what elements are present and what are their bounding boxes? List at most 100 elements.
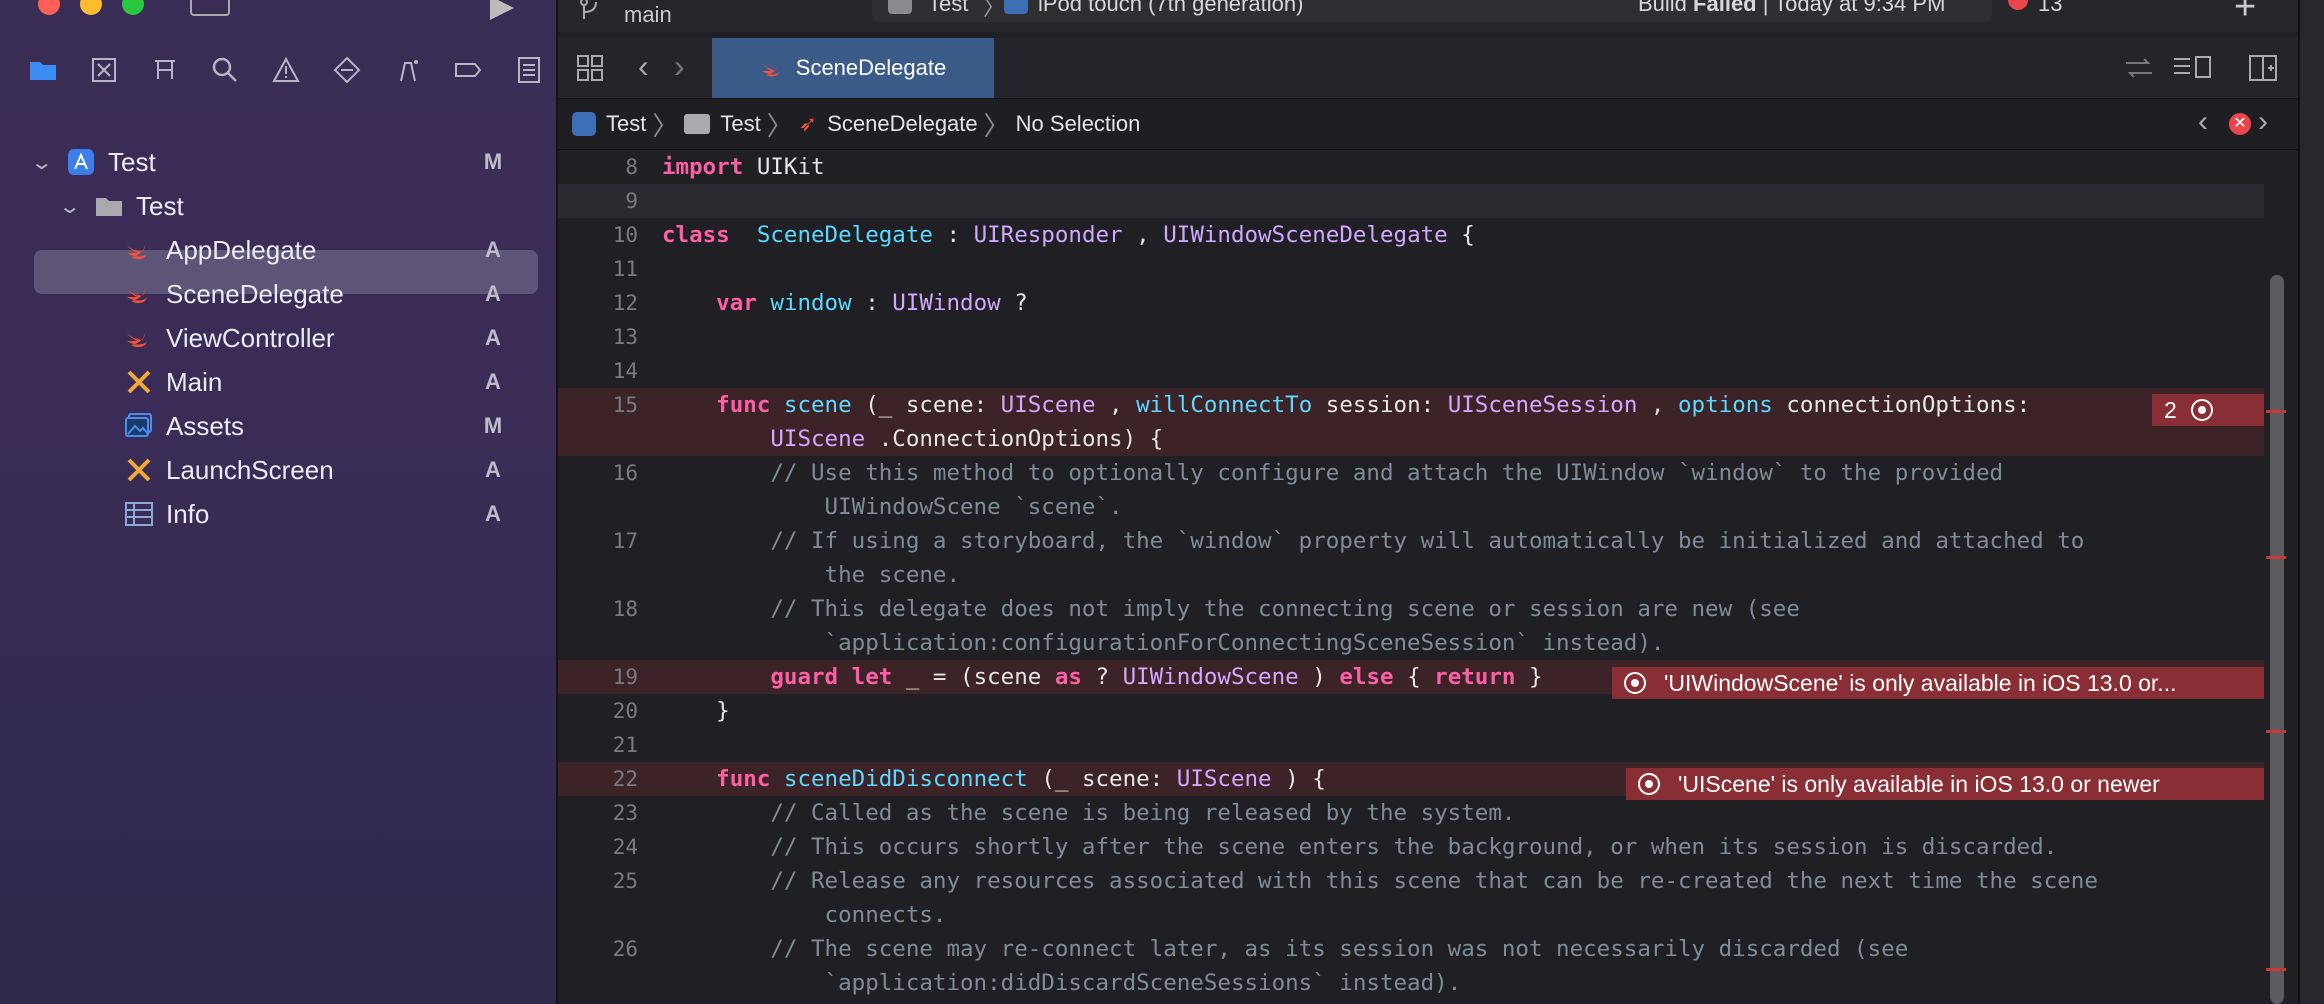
editor-scrollbar[interactable] — [2270, 275, 2284, 1004]
branch-label: main — [624, 2, 672, 27]
zoom-window-button[interactable] — [122, 0, 144, 15]
scm-status-badge: A — [485, 237, 501, 262]
tree-item-scenedelegate[interactable]: SceneDelegate A — [94, 272, 508, 316]
code-line[interactable]: 24 // This occurs shortly after the scen… — [558, 830, 2264, 864]
warning-icon[interactable] — [269, 53, 303, 87]
code-line[interactable]: 20 } — [558, 694, 2264, 728]
tree-item-main[interactable]: Main A — [94, 360, 508, 404]
device-label[interactable]: iPod touch (7th generation) — [1038, 0, 1303, 17]
report-icon[interactable] — [512, 53, 546, 87]
line-number: 16 — [612, 461, 638, 485]
code-text: var window : UIWindow ? — [662, 290, 1028, 316]
tree-item-test[interactable]: ⌄ Test M — [30, 140, 508, 184]
tab-scenedelegate[interactable]: SceneDelegate — [712, 38, 994, 98]
previous-issue-icon[interactable]: ‹ — [2198, 105, 2208, 139]
line-number: 24 — [612, 835, 638, 859]
scheme-label[interactable]: Test — [928, 0, 968, 17]
line-number: 21 — [612, 733, 638, 757]
chevron-right-icon: 〉 — [983, 110, 1010, 141]
code-line[interactable]: connects. — [558, 898, 2264, 932]
breadcrumb-file[interactable]: ➶ SceneDelegate — [799, 111, 978, 137]
code-line[interactable]: UIScene .ConnectionOptions) { — [558, 422, 2264, 456]
code-line[interactable]: 12 var window : UIWindow ? — [558, 286, 2264, 320]
code-line[interactable]: 26 // The scene may re-connect later, as… — [558, 932, 2264, 966]
breakpoint-icon[interactable] — [451, 53, 485, 87]
code-line[interactable]: 14 — [558, 354, 2264, 388]
code-line[interactable]: 10 class SceneDelegate : UIResponder , UI… — [558, 218, 2264, 252]
error-annotation[interactable]: 'UIWindowScene' is only available in iOS… — [1612, 667, 2264, 699]
code-line[interactable]: `application:didDiscardSceneSessions` in… — [558, 966, 2264, 1000]
add-icon[interactable]: + — [2234, 0, 2256, 29]
tree-item-label: Main — [166, 366, 223, 397]
code-line[interactable]: 8 import UIKit — [558, 150, 2264, 184]
sidebar-toggle-icon[interactable] — [190, 0, 230, 16]
code-line[interactable]: UIWindowScene `scene`. — [558, 490, 2264, 524]
error-badge[interactable]: 2 — [2152, 394, 2264, 426]
source-control-icon[interactable] — [87, 53, 121, 87]
error-icon — [1624, 672, 1646, 694]
error-annotation[interactable]: 'UIScene' is only available in iOS 13.0 … — [1626, 768, 2264, 800]
search-icon[interactable] — [208, 53, 242, 87]
code-line[interactable]: 21 — [558, 728, 2264, 762]
code-line[interactable]: 23 // Called as the scene is being relea… — [558, 796, 2264, 830]
code-line[interactable]: 17 // If using a storyboard, the `window… — [558, 524, 2264, 558]
code-line[interactable]: `application:configurationForConnectingS… — [558, 626, 2264, 660]
code-line[interactable]: 16 // Use this method to optionally conf… — [558, 456, 2264, 490]
tree-item-info[interactable]: Info A — [94, 492, 508, 536]
line-number: 15 — [612, 393, 638, 417]
code-line[interactable]: 25 // Release any resources associated w… — [558, 864, 2264, 898]
chevron-down-icon[interactable]: ⌄ — [30, 150, 72, 175]
tree-item-label: Assets — [166, 410, 245, 441]
code-editor[interactable]: 8 import UIKit 9 10 class SceneDelegate : UI… — [558, 150, 2264, 1004]
run-icon[interactable] — [490, 0, 514, 20]
line-number: 20 — [612, 699, 638, 723]
folder-icon[interactable] — [26, 53, 60, 87]
close-window-button[interactable] — [38, 0, 60, 15]
project-icon — [572, 112, 596, 136]
code-text: // Called as the scene is being released… — [662, 800, 1516, 826]
test-icon[interactable] — [330, 53, 364, 87]
code-text: // The scene may re-connect later, as it… — [662, 936, 1909, 962]
line-number: 23 — [612, 801, 638, 825]
issue-icon[interactable]: ✕ — [2229, 113, 2251, 135]
plist-icon — [124, 499, 154, 529]
code-line[interactable]: 15 func scene (_ scene: UIScene , willCo… — [558, 388, 2264, 422]
code-text: // Release any resources associated with… — [662, 868, 2098, 894]
code-line[interactable]: 13 — [558, 320, 2264, 354]
swap-icon[interactable] — [2124, 56, 2154, 80]
symbol-icon[interactable] — [148, 53, 182, 87]
swift-icon — [124, 279, 154, 309]
storyboard-icon — [124, 367, 154, 397]
breadcrumb-label: No Selection — [1015, 111, 1141, 136]
line-number: 10 — [612, 223, 638, 247]
error-count[interactable]: 13 — [2038, 0, 2062, 17]
assets-icon — [124, 411, 154, 441]
forward-icon[interactable]: › — [674, 48, 685, 85]
breadcrumb-selection[interactable]: No Selection — [1016, 111, 1141, 137]
tree-item-launchscreen[interactable]: LaunchScreen A — [94, 448, 508, 492]
next-issue-icon[interactable]: › — [2258, 105, 2268, 139]
chevron-down-icon[interactable]: ⌄ — [58, 194, 100, 219]
code-line[interactable]: the scene. — [558, 558, 2264, 592]
line-number: 8 — [625, 155, 638, 179]
debug-icon[interactable] — [391, 53, 425, 87]
scm-status-badge: A — [485, 325, 501, 350]
scm-status-badge: A — [485, 369, 501, 394]
minimize-window-button[interactable] — [80, 0, 102, 15]
minimap-error-marker — [2266, 410, 2286, 413]
split-editor-icon[interactable] — [2248, 54, 2278, 82]
back-icon[interactable]: ‹ — [638, 48, 649, 85]
code-text: `application:configurationForConnectingS… — [662, 630, 1665, 656]
code-line[interactable]: 9 — [558, 184, 2264, 218]
tree-item-label: AppDelegate — [166, 234, 317, 265]
editor-options-icon[interactable] — [2172, 54, 2212, 82]
code-line[interactable]: 18 // This delegate does not imply the c… — [558, 592, 2264, 626]
breadcrumb-folder[interactable]: Test — [684, 111, 761, 137]
code-line[interactable]: 11 — [558, 252, 2264, 286]
tree-item-appdelegate[interactable]: AppDelegate A — [94, 228, 508, 272]
tree-item-assets[interactable]: Assets M — [94, 404, 508, 448]
grid-icon[interactable] — [576, 54, 604, 82]
tree-item-test[interactable]: ⌄ Test — [58, 184, 508, 228]
tree-item-viewcontroller[interactable]: ViewController A — [94, 316, 508, 360]
breadcrumb-project[interactable]: Test — [572, 111, 646, 137]
